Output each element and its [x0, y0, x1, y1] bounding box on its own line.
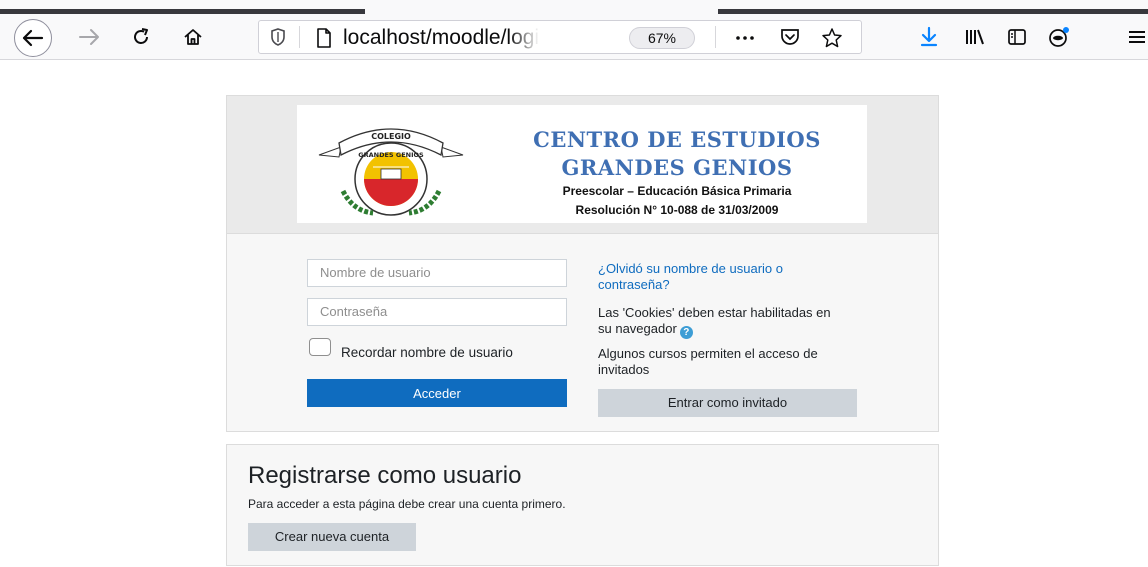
- remember-username-label[interactable]: Recordar nombre de usuario: [341, 345, 513, 360]
- home-button[interactable]: [178, 22, 208, 52]
- menu-button[interactable]: [1122, 22, 1148, 52]
- emblem-ribbon: GRANDES GENIOS: [358, 151, 424, 159]
- menu-icon: [1129, 31, 1145, 43]
- tab-strip: [0, 0, 1148, 14]
- downloads-button[interactable]: [914, 22, 944, 52]
- account-icon: [1049, 27, 1069, 47]
- forgot-password-link[interactable]: ¿Olvidó su nombre de usuario o contraseñ…: [598, 261, 848, 293]
- divider: [299, 26, 300, 48]
- back-arrow-icon: [22, 29, 44, 47]
- reload-icon: [134, 28, 148, 44]
- school-emblem: COLEGIO GRANDES GENIOS: [318, 128, 464, 216]
- signup-card: Registrarse como usuario Para acceder a …: [226, 444, 939, 566]
- reload-button[interactable]: [126, 22, 156, 52]
- school-logo: COLEGIO GRANDES GENIOS CENTRO DE ESTUDIO…: [297, 105, 867, 223]
- login-card: COLEGIO GRANDES GENIOS CENTRO DE ESTUDIO…: [226, 95, 939, 432]
- remember-username-checkbox[interactable]: [309, 338, 331, 356]
- logo-title-line2: GRANDES GENIOS: [561, 155, 793, 180]
- page-content: COLEGIO GRANDES GENIOS CENTRO DE ESTUDIO…: [0, 61, 1148, 567]
- back-button[interactable]: [14, 19, 52, 57]
- login-button[interactable]: Acceder: [307, 379, 567, 407]
- username-input[interactable]: Nombre de usuario: [307, 259, 567, 287]
- forward-button[interactable]: [74, 22, 104, 52]
- logo-title-line1: CENTRO DE ESTUDIOS: [533, 127, 821, 152]
- home-icon: [184, 29, 202, 45]
- page-icon[interactable]: [315, 27, 333, 54]
- guest-access-notice: Algunos cursos permiten el acceso de inv…: [598, 346, 818, 377]
- cookies-notice: Las 'Cookies' deben estar habilitadas en…: [598, 305, 838, 339]
- logo-header: COLEGIO GRANDES GENIOS CENTRO DE ESTUDIO…: [227, 96, 938, 234]
- signup-title: Registrarse como usuario: [248, 462, 522, 489]
- cookies-notice-text: Las 'Cookies' deben estar habilitadas en…: [598, 305, 831, 336]
- more-icon[interactable]: [733, 27, 757, 52]
- signup-instructions: Para acceder a esta página debe crear un…: [248, 497, 566, 511]
- forward-arrow-icon: [79, 29, 99, 45]
- logo-subtitle: Preescolar – Educación Básica Primaria: [562, 184, 792, 198]
- password-input[interactable]: Contraseña: [307, 298, 567, 326]
- shield-icon[interactable]: [269, 27, 287, 52]
- pocket-icon[interactable]: [779, 27, 801, 52]
- emblem-text: COLEGIO: [371, 132, 411, 141]
- sidebar-button[interactable]: [1002, 22, 1032, 52]
- divider: [715, 26, 716, 48]
- library-button[interactable]: [960, 22, 990, 52]
- account-button[interactable]: [1044, 22, 1074, 52]
- url-fade: [509, 25, 539, 51]
- library-icon: [966, 29, 984, 45]
- download-icon: [920, 26, 938, 47]
- guest-login-button[interactable]: Entrar como invitado: [598, 389, 857, 417]
- logo-resolution: Resolución N° 10-088 de 31/03/2009: [575, 203, 779, 217]
- bookmark-star-icon[interactable]: [821, 27, 843, 54]
- help-icon[interactable]: ?: [679, 326, 693, 339]
- address-bar[interactable]: localhost/moodle/login/ 67%: [258, 20, 862, 54]
- zoom-indicator[interactable]: 67%: [629, 27, 695, 49]
- create-account-button[interactable]: Crear nueva cuenta: [248, 523, 416, 551]
- browser-toolbar: localhost/moodle/login/ 67%: [0, 14, 1148, 60]
- sidebar-icon: [1008, 29, 1026, 45]
